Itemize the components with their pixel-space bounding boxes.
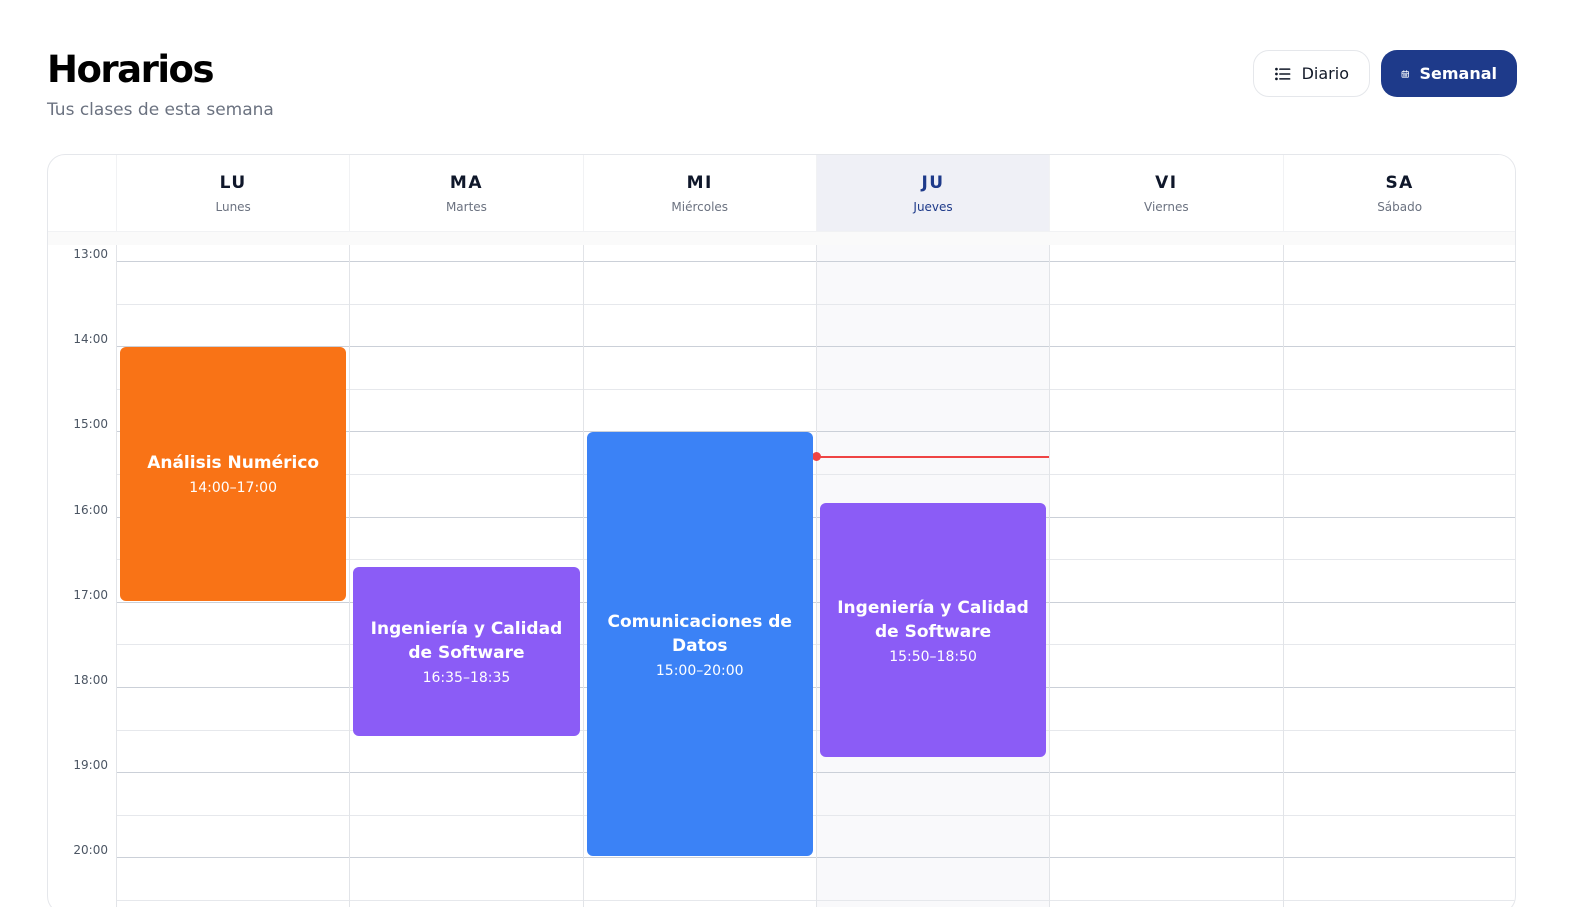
time-label: 14:00 <box>73 332 108 347</box>
day-header-ju: JU Jueves <box>815 155 1050 231</box>
event-time: 15:50–18:50 <box>889 648 977 665</box>
column-divider <box>1282 245 1284 907</box>
event-time: 14:00–17:00 <box>189 480 277 497</box>
list-icon <box>1275 67 1291 80</box>
day-abbr: MI <box>686 172 713 193</box>
event-title: Ingeniería y Calidad de Software <box>837 597 1029 642</box>
time-label: 18:00 <box>73 673 108 687</box>
event-title: Ingeniería y Calidad de Software <box>370 618 563 663</box>
day-abbr: LU <box>219 172 247 193</box>
time-label: 19:00 <box>73 758 108 773</box>
class-event[interactable]: Ingeniería y Calidad de Software 15:50–18… <box>819 503 1047 757</box>
day-abbr: JU <box>921 172 945 193</box>
event-time: 15:00–20:00 <box>655 662 744 679</box>
day-name: Sábado <box>1377 199 1423 214</box>
calendar-icon <box>1401 69 1409 78</box>
day-name: Jueves <box>913 199 953 214</box>
current-time-line <box>815 455 1050 458</box>
weekly-view-button[interactable]: Semanal <box>1381 50 1517 97</box>
header-separator <box>48 231 1515 245</box>
view-toggle: Diario Semanal <box>1253 50 1517 97</box>
day-name: Martes <box>445 199 487 214</box>
day-header-vi: VI Viernes <box>1049 155 1283 231</box>
calendar-grid: 13:00 14:00 15:00 16:00 17:00 18:00 19:00 20:00… <box>48 245 1515 907</box>
day-header-lu: LU Lunes <box>116 155 350 231</box>
class-event[interactable]: Ingeniería y Calidad de Software 16:35–18… <box>353 567 580 736</box>
time-label: 20:00 <box>73 843 108 858</box>
day-abbr: MA <box>449 172 483 193</box>
weekly-calendar: 13:00 14:00 15:00 16:00 17:00 18:00 19:00 20:00… <box>47 154 1516 907</box>
day-header-sa: SA Sábado <box>1282 155 1515 231</box>
day-name: Lunes <box>215 199 251 214</box>
column-divider <box>582 245 584 907</box>
day-header-mi: MI Miércoles <box>582 155 816 231</box>
weekly-view-label: Semanal <box>1419 64 1497 83</box>
daily-view-label: Diario <box>1301 64 1349 83</box>
event-time: 16:35–18:35 <box>422 669 511 686</box>
class-event[interactable]: Comunicaciones de Datos 15:00–20:00 <box>586 432 813 857</box>
page-subtitle: Tus clases de esta semana <box>47 100 274 120</box>
column-divider <box>1049 245 1051 907</box>
page-header: Horarios Tus clases de esta semana <box>47 48 274 120</box>
day-abbr: VI <box>1155 172 1178 193</box>
class-event[interactable]: Análisis Numérico 14:00–17:00 <box>120 347 347 601</box>
column-divider <box>349 245 351 907</box>
time-label: 17:00 <box>73 587 108 602</box>
event-title: Comunicaciones de Datos <box>607 611 792 656</box>
page-title: Horarios <box>47 48 214 91</box>
day-header-ma: MA Martes <box>349 155 583 231</box>
day-name: Miércoles <box>671 199 729 214</box>
daily-view-button[interactable]: Diario <box>1253 50 1370 97</box>
time-label: 13:00 <box>73 247 108 261</box>
time-label: 16:00 <box>73 502 108 517</box>
day-abbr: SA <box>1385 172 1414 193</box>
time-label: 15:00 <box>73 417 108 432</box>
column-divider <box>116 245 117 907</box>
column-divider <box>815 245 817 907</box>
event-title: Análisis Numérico <box>147 453 320 474</box>
day-name: Viernes <box>1144 199 1189 214</box>
